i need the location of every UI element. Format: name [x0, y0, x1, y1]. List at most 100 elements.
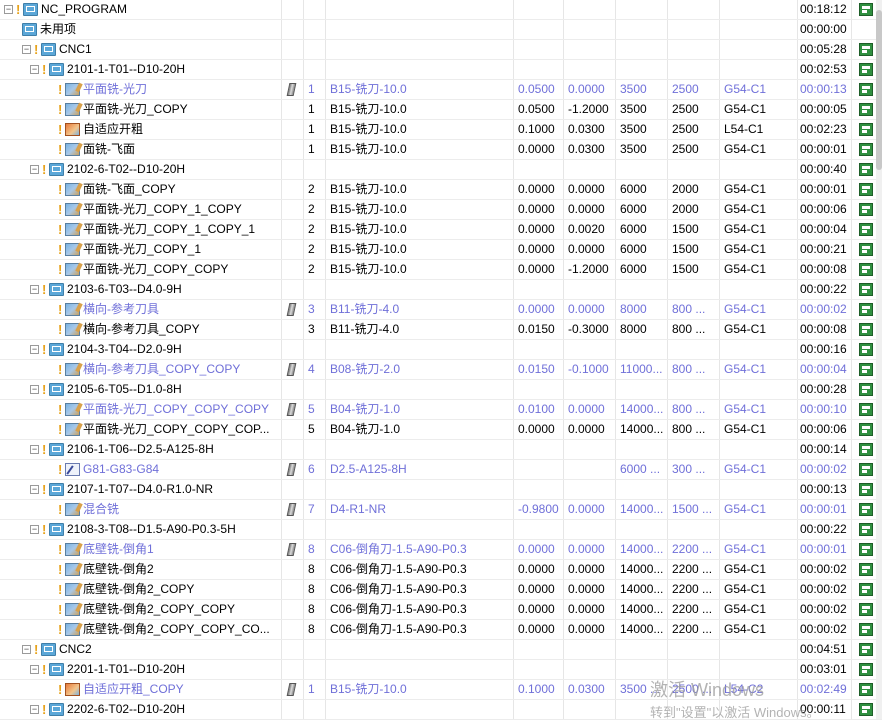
- postprocess-status-icon[interactable]: [859, 483, 873, 496]
- collapse-toggle-icon[interactable]: −: [22, 645, 31, 654]
- tree-group-row[interactable]: −! CNC2 00:04:51: [0, 640, 882, 660]
- tree-operation-row[interactable]: ! G81-G83-G84 6 D2.5-A125-8H 6000 ... 300 ...…: [0, 460, 882, 480]
- name-cell[interactable]: ! 混合铣: [0, 500, 282, 519]
- collapse-toggle-icon[interactable]: −: [4, 5, 13, 14]
- postprocess-status-icon[interactable]: [859, 663, 873, 676]
- tree-group-row[interactable]: −! 2108-3-T08--D1.5-A90-P0.3-5H 00:00:22: [0, 520, 882, 540]
- name-cell[interactable]: ! 横向-参考刀具: [0, 300, 282, 319]
- name-cell[interactable]: −! 2101-1-T01--D10-20H: [0, 60, 282, 79]
- tree-operation-row[interactable]: ! 横向-参考刀具_COPY 3 B11-铣刀-4.0 0.0150 -0.3000 800…: [0, 320, 882, 340]
- tree-group-row[interactable]: −! 2103-6-T03--D4.0-9H 00:00:22: [0, 280, 882, 300]
- name-cell[interactable]: ! 自适应开粗_COPY: [0, 680, 282, 699]
- postprocess-status-icon[interactable]: [859, 523, 873, 536]
- name-cell[interactable]: ! 平面铣-光刀_COPY_1_COPY_1: [0, 220, 282, 239]
- postprocess-status-icon[interactable]: [859, 323, 873, 336]
- tree-operation-row[interactable]: ! 平面铣-光刀_COPY_1 2 B15-铣刀-10.0 0.0000 0.0000 60…: [0, 240, 882, 260]
- postprocess-status-icon[interactable]: [859, 403, 873, 416]
- tree-operation-row[interactable]: ! 底壁铣-倒角2 8 C06-倒角刀-1.5-A90-P0.3 0.0000 0.000…: [0, 560, 882, 580]
- name-cell[interactable]: −! 2103-6-T03--D4.0-9H: [0, 280, 282, 299]
- tree-operation-row[interactable]: ! 底壁铣-倒角1 8 C06-倒角刀-1.5-A90-P0.3 0.0000 0.000…: [0, 540, 882, 560]
- postprocess-status-icon[interactable]: [859, 423, 873, 436]
- name-cell[interactable]: ! 面铣-飞面: [0, 140, 282, 159]
- name-cell[interactable]: ! 底壁铣-倒角2_COPY: [0, 580, 282, 599]
- name-cell[interactable]: ! 平面铣-光刀_COPY_1: [0, 240, 282, 259]
- collapse-toggle-icon[interactable]: −: [30, 385, 39, 394]
- tree-operation-row[interactable]: ! 底壁铣-倒角2_COPY_COPY_CO... 8 C06-倒角刀-1.5-A90…: [0, 620, 882, 640]
- collapse-toggle-icon[interactable]: −: [30, 285, 39, 294]
- postprocess-status-icon[interactable]: [859, 183, 873, 196]
- postprocess-status-icon[interactable]: [859, 203, 873, 216]
- tree-group-row[interactable]: −! 2101-1-T01--D10-20H 00:02:53: [0, 60, 882, 80]
- tree-operation-row[interactable]: ! 自适应开粗 1 B15-铣刀-10.0 0.1000 0.0300 3500 2500 L5…: [0, 120, 882, 140]
- name-cell[interactable]: ! 面铣-飞面_COPY: [0, 180, 282, 199]
- name-cell[interactable]: ! 底壁铣-倒角1: [0, 540, 282, 559]
- name-cell[interactable]: −! NC_PROGRAM: [0, 0, 282, 19]
- postprocess-status-icon[interactable]: [859, 303, 873, 316]
- name-cell[interactable]: ! 平面铣-光刀_COPY_1_COPY: [0, 200, 282, 219]
- postprocess-status-icon[interactable]: [859, 583, 873, 596]
- tree-operation-row[interactable]: ! 底壁铣-倒角2_COPY 8 C06-倒角刀-1.5-A90-P0.3 0.0000…: [0, 580, 882, 600]
- postprocess-status-icon[interactable]: [859, 103, 873, 116]
- postprocess-status-icon[interactable]: [859, 443, 873, 456]
- postprocess-status-icon[interactable]: [859, 343, 873, 356]
- postprocess-status-icon[interactable]: [859, 463, 873, 476]
- name-cell[interactable]: ! 底壁铣-倒角2: [0, 560, 282, 579]
- name-cell[interactable]: −! 2102-6-T02--D10-20H: [0, 160, 282, 179]
- postprocess-status-icon[interactable]: [859, 43, 873, 56]
- postprocess-status-icon[interactable]: [859, 683, 873, 696]
- postprocess-status-icon[interactable]: [859, 3, 873, 16]
- tree-group-row[interactable]: −! 2105-6-T05--D1.0-8H 00:00:28: [0, 380, 882, 400]
- postprocess-status-icon[interactable]: [859, 123, 873, 136]
- tree-operation-row[interactable]: ! 面铣-飞面_COPY 2 B15-铣刀-10.0 0.0000 0.0000 6000 2…: [0, 180, 882, 200]
- collapse-toggle-icon[interactable]: −: [22, 45, 31, 54]
- name-cell[interactable]: −! 2108-3-T08--D1.5-A90-P0.3-5H: [0, 520, 282, 539]
- tree-group-row[interactable]: −! 2202-6-T02--D10-20H 00:00:11: [0, 700, 882, 720]
- name-cell[interactable]: 未用项: [0, 20, 282, 39]
- postprocess-status-icon[interactable]: [859, 263, 873, 276]
- tree-group-row[interactable]: −! NC_PROGRAM 00:18:12: [0, 0, 882, 20]
- tree-operation-row[interactable]: ! 横向-参考刀具 3 B11-铣刀-4.0 0.0000 0.0000 8000 800 .…: [0, 300, 882, 320]
- postprocess-status-icon[interactable]: [859, 143, 873, 156]
- postprocess-status-icon[interactable]: [859, 83, 873, 96]
- tree-group-row[interactable]: −! 2106-1-T06--D2.5-A125-8H 00:00:14: [0, 440, 882, 460]
- tree-operation-row[interactable]: ! 横向-参考刀具_COPY_COPY 4 B08-铣刀-2.0 0.0150 -0.10…: [0, 360, 882, 380]
- name-cell[interactable]: −! 2106-1-T06--D2.5-A125-8H: [0, 440, 282, 459]
- postprocess-status-icon[interactable]: [859, 363, 873, 376]
- collapse-toggle-icon[interactable]: −: [30, 705, 39, 714]
- tree-operation-row[interactable]: ! 平面铣-光刀 1 B15-铣刀-10.0 0.0500 0.0000 3500 2500 G…: [0, 80, 882, 100]
- collapse-toggle-icon[interactable]: −: [30, 525, 39, 534]
- tree-operation-row[interactable]: ! 面铣-飞面 1 B15-铣刀-10.0 0.0000 0.0300 3500 2500 G5…: [0, 140, 882, 160]
- name-cell[interactable]: ! 平面铣-光刀_COPY_COPY: [0, 260, 282, 279]
- postprocess-status-icon[interactable]: [859, 623, 873, 636]
- name-cell[interactable]: ! 平面铣-光刀_COPY_COPY_COPY: [0, 400, 282, 419]
- name-cell[interactable]: −! CNC1: [0, 40, 282, 59]
- name-cell[interactable]: −! 2201-1-T01--D10-20H: [0, 660, 282, 679]
- name-cell[interactable]: −! 2104-3-T04--D2.0-9H: [0, 340, 282, 359]
- tree-operation-row[interactable]: ! 平面铣-光刀_COPY_COPY 2 B15-铣刀-10.0 0.0000 -1.20…: [0, 260, 882, 280]
- tree-operation-row[interactable]: ! 平面铣-光刀_COPY_1_COPY_1 2 B15-铣刀-10.0 0.0000 0…: [0, 220, 882, 240]
- tree-operation-row[interactable]: ! 混合铣 7 D4-R1-NR -0.9800 0.0000 14000... 1500 .…: [0, 500, 882, 520]
- name-cell[interactable]: ! 底壁铣-倒角2_COPY_COPY: [0, 600, 282, 619]
- name-cell[interactable]: ! 自适应开粗: [0, 120, 282, 139]
- name-cell[interactable]: −! 2107-1-T07--D4.0-R1.0-NR: [0, 480, 282, 499]
- postprocess-status-icon[interactable]: [859, 223, 873, 236]
- postprocess-status-icon[interactable]: [859, 243, 873, 256]
- name-cell[interactable]: ! 平面铣-光刀_COPY_COPY_COP...: [0, 420, 282, 439]
- tree-operation-row[interactable]: ! 平面铣-光刀_COPY 1 B15-铣刀-10.0 0.0500 -1.2000 350…: [0, 100, 882, 120]
- postprocess-status-icon[interactable]: [859, 643, 873, 656]
- tree-group-row[interactable]: 未用项 00:00:00: [0, 20, 882, 40]
- collapse-toggle-icon[interactable]: −: [30, 345, 39, 354]
- tree-group-row[interactable]: −! 2102-6-T02--D10-20H 00:00:40: [0, 160, 882, 180]
- tree-group-row[interactable]: −! 2201-1-T01--D10-20H 00:03:01: [0, 660, 882, 680]
- tree-operation-row[interactable]: ! 平面铣-光刀_COPY_COPY_COP... 5 B04-铣刀-1.0 0.000…: [0, 420, 882, 440]
- tree-group-row[interactable]: −! CNC1 00:05:28: [0, 40, 882, 60]
- tree-group-row[interactable]: −! 2104-3-T04--D2.0-9H 00:00:16: [0, 340, 882, 360]
- name-cell[interactable]: −! 2105-6-T05--D1.0-8H: [0, 380, 282, 399]
- postprocess-status-icon[interactable]: [859, 63, 873, 76]
- tree-operation-row[interactable]: ! 底壁铣-倒角2_COPY_COPY 8 C06-倒角刀-1.5-A90-P0.3 0…: [0, 600, 882, 620]
- name-cell[interactable]: −! CNC2: [0, 640, 282, 659]
- postprocess-status-icon[interactable]: [859, 703, 873, 716]
- postprocess-status-icon[interactable]: [859, 563, 873, 576]
- scrollbar-thumb[interactable]: [876, 10, 882, 170]
- collapse-toggle-icon[interactable]: −: [30, 665, 39, 674]
